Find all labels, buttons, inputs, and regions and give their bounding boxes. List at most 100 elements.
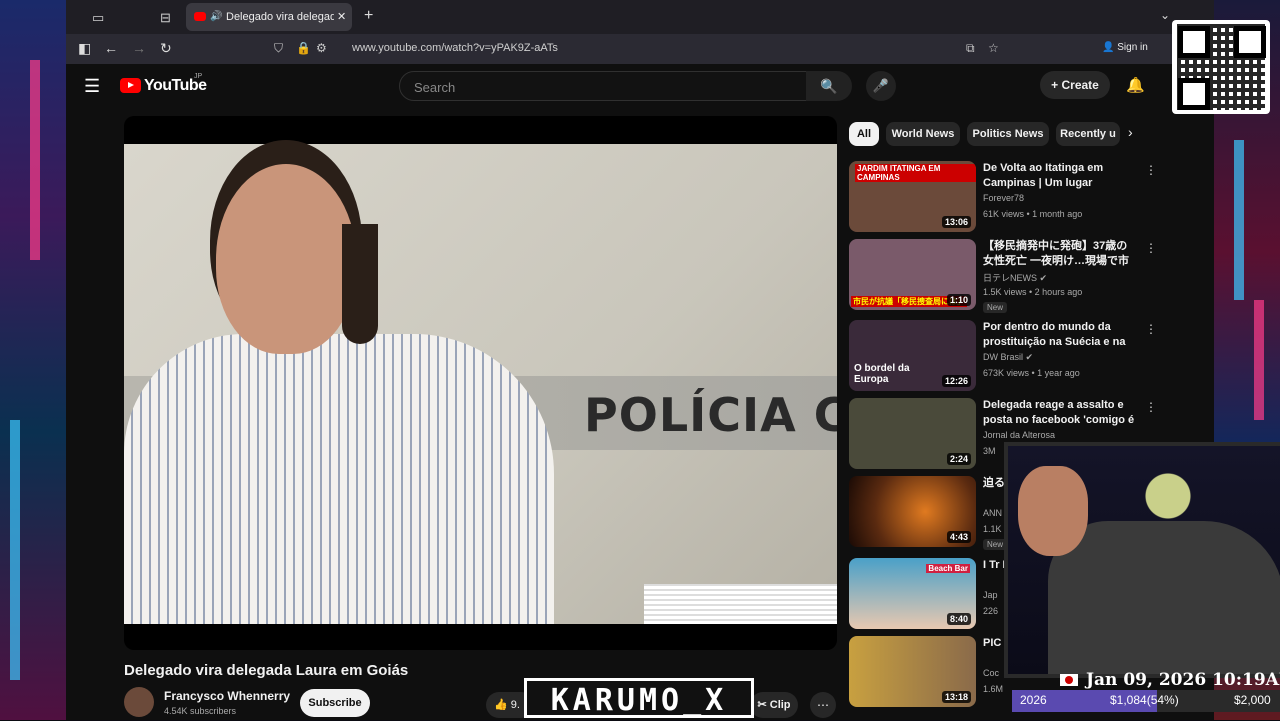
streamer-shirt bbox=[1048, 521, 1280, 674]
video-duration: 13:06 bbox=[941, 216, 971, 228]
navigation-bar: ◧ ← → ↻ ⛉ 🔒 ⚙ www.youtube.com/watch?v=yP… bbox=[66, 34, 1214, 64]
search-icon: 🔍 bbox=[820, 78, 838, 94]
chevron-right-icon[interactable]: › bbox=[1128, 124, 1133, 140]
recommendation-channel[interactable]: Forever78 bbox=[983, 193, 1024, 203]
video-duration: 12:26 bbox=[941, 375, 971, 387]
sidebar-icon[interactable]: ▭ bbox=[92, 10, 104, 26]
recommendation-channel[interactable]: Jap bbox=[983, 590, 998, 600]
qr-code bbox=[1172, 20, 1270, 114]
close-tab-icon[interactable]: ✕ bbox=[337, 3, 346, 31]
reload-button[interactable]: ↻ bbox=[160, 40, 172, 57]
sign-in-button[interactable]: 👤 Sign in bbox=[1102, 42, 1148, 53]
recommendation-meta: 673K views • 1 year ago bbox=[983, 368, 1080, 378]
recommendation-meta: 1.1K bbox=[983, 524, 1002, 534]
thumbnail-text: Beach Bar bbox=[926, 564, 970, 573]
video-duration: 1:10 bbox=[946, 294, 971, 306]
neon-sign bbox=[30, 60, 40, 260]
video-thumbnail[interactable]: 市民が抗議「移民捜査局には」 1:10 bbox=[849, 239, 976, 310]
recommendation-title[interactable]: De Volta ao Itatinga em Campinas | Um lu… bbox=[983, 161, 1135, 191]
verified-icon: ✔ bbox=[1025, 352, 1034, 362]
chip-all[interactable]: All bbox=[849, 122, 879, 146]
recommendation-channel[interactable]: 日テレNEWS ✔ bbox=[983, 271, 1047, 284]
recommendation-title[interactable]: Delegada reage a assalto e posta no face… bbox=[983, 398, 1135, 428]
channel-label: DW Brasil bbox=[983, 352, 1023, 362]
recommendation-channel[interactable]: ANN bbox=[983, 508, 1002, 518]
qr-corner bbox=[1178, 26, 1210, 58]
create-label: Create bbox=[1061, 78, 1099, 92]
channel-subscribers: 4.54K subscribers bbox=[164, 706, 237, 716]
subscribe-button[interactable]: Subscribe bbox=[300, 689, 370, 717]
lock-icon[interactable]: 🔒 bbox=[296, 41, 311, 55]
picture-in-picture-icon[interactable]: ⧉ bbox=[966, 41, 975, 56]
notifications-bell-icon[interactable]: 🔔 bbox=[1126, 76, 1145, 94]
recommendation-item[interactable]: JARDIM ITATINGA EM CAMPINAS 13:06 De Vol… bbox=[849, 161, 1157, 233]
video-duration: 8:40 bbox=[946, 613, 971, 625]
back-button[interactable]: ← bbox=[104, 40, 118, 56]
verified-icon: ✔ bbox=[1039, 273, 1048, 283]
forward-button[interactable]: → bbox=[132, 40, 146, 56]
video-thumbnail[interactable]: 2:24 bbox=[849, 398, 976, 469]
menu-icon[interactable]: ☰ bbox=[84, 76, 100, 97]
video-player[interactable]: POLÍCIA CI bbox=[124, 116, 837, 650]
recommendation-channel[interactable]: Jornal da Alterosa bbox=[983, 430, 1055, 440]
video-thumbnail[interactable]: JARDIM ITATINGA EM CAMPINAS 13:06 bbox=[849, 161, 976, 232]
more-options-icon[interactable]: ⋮ bbox=[1145, 322, 1157, 336]
more-actions-icon[interactable]: ⋯ bbox=[810, 692, 836, 718]
streamer-watermark: KARUMO_X bbox=[524, 678, 754, 718]
chip-world-news[interactable]: World News bbox=[886, 122, 960, 146]
address-bar[interactable]: www.youtube.com/watch?v=yPAK9Z-aATs bbox=[352, 42, 558, 54]
recommendation-channel[interactable]: Coc bbox=[983, 668, 999, 678]
tab-active[interactable]: 🔊 Delegado vira delegada Laura ✕ bbox=[186, 3, 352, 31]
video-duration: 2:24 bbox=[946, 453, 971, 465]
clip-button[interactable]: ✂ Clip bbox=[750, 692, 798, 718]
recommendation-meta: 226 bbox=[983, 606, 999, 616]
channel-avatar[interactable] bbox=[124, 687, 154, 717]
chip-recently-uploaded[interactable]: Recently u bbox=[1056, 122, 1120, 146]
speaker-icon[interactable]: 🔊 bbox=[210, 3, 222, 31]
tab-overview-icon[interactable]: ⊟ bbox=[160, 10, 171, 26]
streamer-webcam bbox=[1004, 442, 1280, 678]
recommendation-title[interactable]: Por dentro do mundo da prostituição na S… bbox=[983, 320, 1135, 350]
shield-icon[interactable]: ⛉ bbox=[274, 41, 283, 56]
police-sign-text: POLÍCIA CI bbox=[584, 388, 837, 442]
video-thumbnail[interactable]: O bordel da Europa 12:26 bbox=[849, 320, 976, 391]
channel-name[interactable]: Francysco Whennerry bbox=[164, 689, 290, 703]
create-button[interactable]: + Create bbox=[1040, 71, 1110, 99]
donation-goal-bar: 2026 $1,084(54%) $2,000 bbox=[1012, 690, 1280, 712]
permissions-icon[interactable]: ⚙ bbox=[316, 41, 327, 55]
youtube-favicon-icon bbox=[194, 12, 206, 21]
neon-sign bbox=[1254, 300, 1264, 420]
qr-corner bbox=[1178, 78, 1210, 110]
recommendation-meta: 3M bbox=[983, 446, 996, 456]
new-tab-button[interactable]: + bbox=[364, 7, 373, 25]
qr-corner bbox=[1234, 26, 1266, 58]
youtube-play-icon bbox=[120, 78, 141, 93]
clip-label: Clip bbox=[769, 699, 791, 711]
chevron-down-icon[interactable]: ⌄ bbox=[1160, 8, 1170, 22]
recommendation-title[interactable]: 【移民摘発中に発砲】37歳の女性死亡 一夜明け…現場で市民… bbox=[983, 239, 1135, 269]
recommendation-item[interactable]: O bordel da Europa 12:26 Por dentro do m… bbox=[849, 320, 1157, 392]
voice-search-button[interactable]: 🎤 bbox=[866, 71, 896, 101]
search-input[interactable] bbox=[412, 77, 796, 97]
video-thumbnail[interactable]: 4:43 bbox=[849, 476, 976, 547]
new-badge: New bbox=[983, 302, 1008, 313]
chip-politics-news[interactable]: Politics News bbox=[967, 122, 1049, 146]
more-options-icon[interactable]: ⋮ bbox=[1145, 241, 1157, 255]
japan-flag-icon bbox=[1060, 674, 1078, 686]
recommendation-channel[interactable]: DW Brasil ✔ bbox=[983, 352, 1033, 363]
search-button[interactable]: 🔍 bbox=[806, 71, 852, 101]
more-options-icon[interactable]: ⋮ bbox=[1145, 400, 1157, 414]
video-title: Delegado vira delegada Laura em Goiás bbox=[124, 662, 409, 679]
thumbnail-text: O bordel da Europa bbox=[854, 363, 910, 385]
neon-sign bbox=[1234, 140, 1244, 300]
microphone-icon: 🎤 bbox=[872, 78, 890, 93]
sidebar-toggle-icon[interactable]: ◧ bbox=[78, 40, 91, 57]
person-hair bbox=[342, 224, 378, 344]
video-thumbnail[interactable]: Beach Bar 8:40 bbox=[849, 558, 976, 629]
more-options-icon[interactable]: ⋮ bbox=[1145, 163, 1157, 177]
recommendation-item[interactable]: 市民が抗議「移民捜査局には」 1:10 【移民摘発中に発砲】37歳の女性死亡 一… bbox=[849, 239, 1157, 313]
video-frame[interactable]: POLÍCIA CI bbox=[124, 144, 837, 624]
goal-year: 2026 bbox=[1020, 693, 1047, 707]
bookmark-star-icon[interactable]: ☆ bbox=[988, 41, 999, 55]
video-thumbnail[interactable]: 13:18 bbox=[849, 636, 976, 707]
